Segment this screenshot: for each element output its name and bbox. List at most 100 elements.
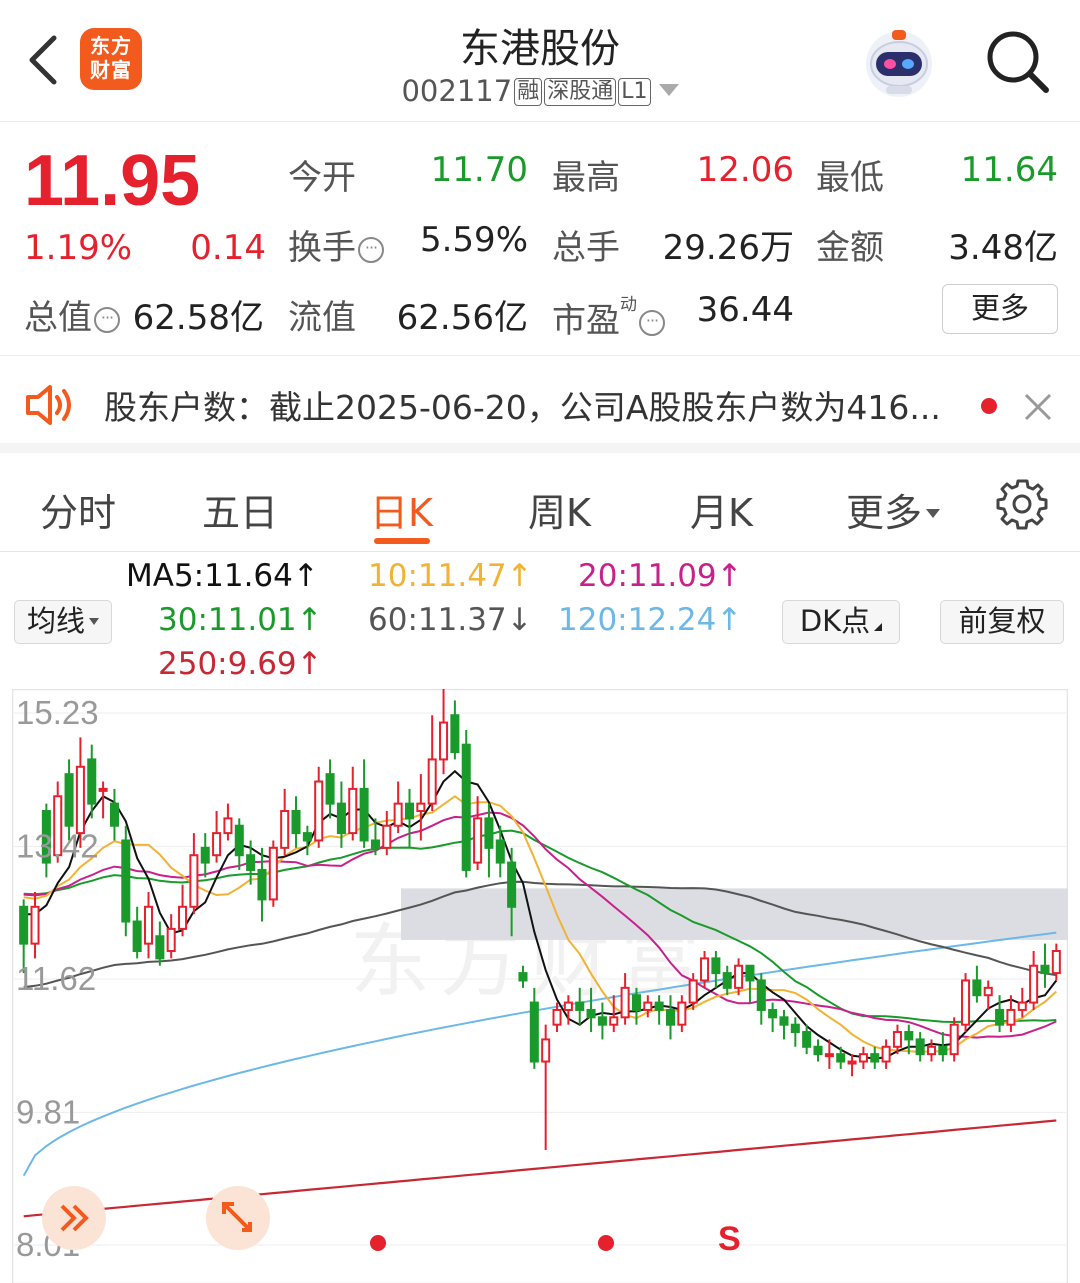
robot-assistant-icon[interactable]: [862, 26, 936, 98]
turnover-label[interactable]: 换手 ···: [288, 220, 384, 269]
candle-body: [370, 839, 380, 849]
candle-body: [336, 802, 346, 835]
candle-body: [450, 714, 460, 754]
tab-intraday[interactable]: 分时: [40, 482, 116, 537]
candle-body: [949, 1023, 959, 1056]
pe-dynamic-mark: 动: [620, 295, 637, 315]
tab-five-day[interactable]: 五日: [202, 482, 278, 537]
candle-body: [983, 986, 993, 997]
candle-body: [529, 1001, 539, 1063]
candle-body: [1040, 964, 1050, 975]
candle-body: [121, 839, 131, 923]
candle-body: [734, 964, 744, 989]
price-adjust-button[interactable]: 前复权: [940, 600, 1064, 644]
candle-body: [507, 861, 517, 908]
expand-sidebar-button[interactable]: [42, 1186, 106, 1250]
candle-body: [700, 957, 710, 982]
candle-body: [234, 824, 244, 857]
tab-more-label: 更多: [846, 491, 923, 535]
volume-label: 总手: [552, 228, 620, 268]
tag-level: L1: [618, 78, 651, 106]
candle-body: [302, 832, 312, 842]
candle-body: [416, 802, 426, 812]
candle-body: [518, 972, 528, 982]
corner-arrow-icon: [874, 623, 883, 631]
info-icon: ···: [358, 237, 384, 263]
ma5-value: MA5:11.64↑: [126, 558, 319, 594]
turnover-value: 5.59%: [419, 220, 528, 260]
candle-body: [643, 1001, 653, 1011]
turnover-label-text: 换手: [288, 228, 356, 268]
candle-body: [541, 1038, 551, 1063]
chevron-down-icon: [658, 84, 679, 96]
ma30-value: 30:11.01↑: [158, 602, 323, 638]
y-axis-label: 13.42: [16, 827, 99, 864]
candle-body: [439, 721, 449, 761]
pe-value: 36.44: [696, 290, 794, 330]
kline-chart[interactable]: 东方财富 15.23 13.42 11.62 9.81 8.01 S: [12, 689, 1068, 1283]
notice-bar[interactable]: 股东户数：截止2025-06-20，公司A股股东户数为416...: [0, 357, 1080, 453]
pe-label-text: 市盈: [552, 301, 620, 341]
tag-margin: 融: [514, 78, 543, 106]
candle-body: [382, 824, 392, 849]
expand-arrows-icon: [222, 1202, 252, 1232]
mktcap-label[interactable]: 总值 ···: [24, 290, 120, 339]
gear-icon[interactable]: [996, 478, 1048, 530]
fullscreen-button[interactable]: [206, 1186, 270, 1250]
candle-body: [790, 1023, 800, 1034]
candle-body: [654, 1001, 664, 1011]
candle-body: [495, 839, 505, 864]
candle-body: [972, 979, 982, 997]
low-label: 最低: [816, 158, 884, 198]
float-cap-value: 62.56亿: [396, 298, 528, 338]
candle-body: [745, 964, 755, 982]
unread-dot: [981, 398, 997, 414]
candle-body: [575, 1001, 585, 1011]
candle-body: [143, 905, 154, 945]
pe-label[interactable]: 市盈动···: [552, 290, 665, 342]
candle-body: [257, 868, 267, 901]
caret-down-icon: [926, 509, 941, 518]
candle-body: [620, 986, 630, 1019]
dk-point-button[interactable]: DK点: [782, 600, 900, 644]
y-axis-label: 9.81: [16, 1093, 80, 1130]
candle-body: [473, 817, 483, 864]
notice-text: 股东户数：截止2025-06-20，公司A股股东户数为416...: [104, 388, 941, 427]
candle-body: [597, 1016, 607, 1026]
candle-body: [631, 994, 641, 1011]
candle-body: [609, 1016, 619, 1026]
y-axis-label: 15.23: [16, 694, 99, 731]
tab-weekly-k[interactable]: 周K: [528, 482, 591, 537]
caret-down-icon: [89, 618, 99, 625]
candle-body: [847, 1060, 857, 1065]
tab-monthly-k[interactable]: 月K: [690, 482, 753, 537]
candle-body: [132, 920, 142, 953]
candle-body: [75, 765, 85, 835]
candle-body: [461, 743, 471, 871]
candle-body: [938, 1045, 948, 1056]
close-icon[interactable]: [1022, 391, 1054, 423]
signal-dot: [598, 1235, 614, 1251]
candle-body: [881, 1045, 891, 1063]
candle-body: [393, 802, 403, 827]
candle-body: [109, 802, 119, 827]
candle-body: [836, 1053, 846, 1063]
candle-body: [722, 972, 732, 989]
more-quote-button[interactable]: 更多: [942, 284, 1058, 334]
sell-signal-marker: S: [718, 1220, 741, 1258]
tab-more[interactable]: 更多: [846, 482, 941, 537]
low-value: 11.64: [960, 150, 1058, 190]
search-icon[interactable]: [984, 28, 1050, 94]
candle-body: [768, 1008, 778, 1019]
candle-body: [427, 758, 437, 805]
ma20-value: 20:11.09↑: [578, 558, 743, 594]
candle-body: [314, 780, 324, 842]
ma-selector[interactable]: 均线: [14, 600, 112, 644]
candle-body: [961, 979, 971, 1026]
candle-body: [30, 905, 40, 945]
candle-body: [677, 1001, 687, 1026]
candle-body: [824, 1053, 834, 1058]
candle-body: [98, 787, 108, 792]
candle-body: [802, 1031, 812, 1048]
tab-daily-k[interactable]: 日K: [370, 482, 433, 537]
